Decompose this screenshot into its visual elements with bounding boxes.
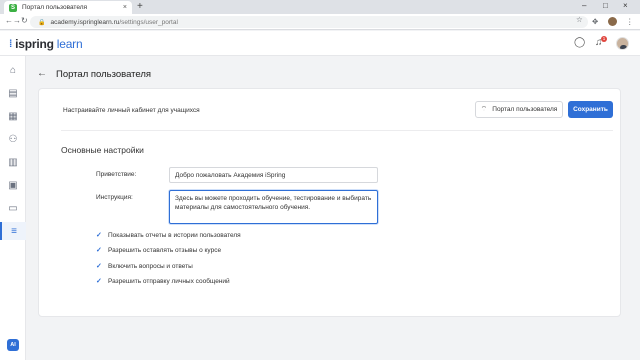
sidebar-item-reports[interactable]: ▥ xyxy=(0,153,26,171)
url-field[interactable]: 🔒 academy.ispringlearn.ru/settings/user_… xyxy=(30,16,588,28)
maximize-icon[interactable]: □ xyxy=(603,1,608,10)
url-host: academy.ispringlearn.ru xyxy=(50,18,120,26)
checkbox-icon: ✓ xyxy=(96,278,102,285)
logo-text: ispring xyxy=(15,37,54,51)
calendar-icon: ▦ xyxy=(8,110,18,122)
settings-icon: ≡ xyxy=(11,225,17,237)
tab-title: Портал пользователя xyxy=(22,4,88,11)
menu-icon[interactable]: ⋮ xyxy=(626,17,634,26)
lock-icon: 🔒 xyxy=(38,19,46,26)
address-bar: ← → ↻ 🔒 academy.ispringlearn.ru/settings… xyxy=(0,14,640,30)
ai-assistant-button[interactable]: AI xyxy=(7,339,19,351)
user-portal-button[interactable]: ⌔ Портал пользователя xyxy=(475,101,563,118)
sidebar-item-home[interactable]: ⌂ xyxy=(0,61,26,79)
instruction-label: Инструкция: xyxy=(96,194,133,201)
reports-icon: ▥ xyxy=(8,156,18,168)
notification-badge: 1 xyxy=(601,36,607,42)
checkbox-label: Включить вопросы и ответы xyxy=(108,263,193,270)
checkbox-allow-messages[interactable]: ✓ Разрешить отправку личных сообщений xyxy=(96,278,230,285)
user-portal-button-label: Портал пользователя xyxy=(492,106,558,113)
page-title: Портал пользователя xyxy=(56,69,152,80)
home-icon: ⌂ xyxy=(9,64,17,76)
instruction-textarea[interactable]: Здесь вы можете проходить обучение, тест… xyxy=(169,190,378,224)
checkbox-enable-qa[interactable]: ✓ Включить вопросы и ответы xyxy=(96,263,193,270)
back-arrow-icon[interactable]: ← xyxy=(37,68,47,79)
tab-close-icon[interactable]: × xyxy=(123,4,127,11)
checkbox-label: Разрешить отправку личных сообщений xyxy=(108,278,230,285)
favicon-icon: S xyxy=(9,3,17,12)
browser-tabstrip: S Портал пользователя × + – □ × xyxy=(0,0,640,14)
sidebar-item-messages[interactable]: ▭ xyxy=(0,199,26,217)
greeting-label: Приветствие: xyxy=(96,171,137,178)
browser-tab[interactable]: S Портал пользователя × xyxy=(4,1,132,14)
app-header: ⁞ ispring learn ◯ ♫ 1 xyxy=(0,31,640,56)
courses-icon: ▤ xyxy=(8,87,18,99)
users-icon: ⚇ xyxy=(8,133,18,145)
extensions-icon[interactable]: ✥ xyxy=(592,17,598,26)
user-avatar[interactable] xyxy=(616,37,629,50)
reload-icon[interactable]: ↻ xyxy=(21,16,28,25)
checkbox-label: Разрешить оставлять отзывы о курсе xyxy=(108,247,222,254)
sidebar-item-courses[interactable]: ▤ xyxy=(0,84,26,102)
checkbox-allow-reviews[interactable]: ✓ Разрешить оставлять отзывы о курсе xyxy=(96,247,221,254)
settings-card: Настраивайте личный кабинет для учащихся… xyxy=(38,88,621,317)
logo-icon: ⁞ xyxy=(9,38,13,50)
checkbox-show-reports[interactable]: ✓ Показывать отчеты в истории пользовате… xyxy=(96,232,241,239)
back-icon[interactable]: ← xyxy=(5,16,13,25)
checkbox-icon: ✓ xyxy=(96,247,102,254)
logo-suffix: learn xyxy=(56,37,83,51)
sidebar-item-settings[interactable]: ≡ xyxy=(0,222,26,240)
star-icon[interactable]: ☆ xyxy=(576,15,583,24)
sidebar-item-calendar[interactable]: ▦ xyxy=(0,107,26,125)
checkbox-icon: ✓ xyxy=(96,232,102,239)
divider xyxy=(61,130,613,131)
sidebar: ⌂ ▤ ▦ ⚇ ▥ ▣ ▭ ≡ xyxy=(0,56,26,360)
sidebar-item-users[interactable]: ⚇ xyxy=(0,130,26,148)
forward-icon[interactable]: → xyxy=(13,16,21,25)
sidebar-item-catalog[interactable]: ▣ xyxy=(0,176,26,194)
section-title: Основные настройки xyxy=(61,145,144,155)
ispring-logo[interactable]: ⁞ ispring learn xyxy=(9,37,83,51)
card-description: Настраивайте личный кабинет для учащихся xyxy=(63,107,200,114)
broadcast-icon: ⌔ xyxy=(480,106,488,113)
close-window-icon[interactable]: × xyxy=(623,1,628,10)
new-tab-button[interactable]: + xyxy=(137,1,143,12)
greeting-input[interactable]: Добро пожаловать Академия iSpring xyxy=(169,167,378,183)
checkbox-label: Показывать отчеты в истории пользователя xyxy=(108,232,241,239)
profile-icon[interactable] xyxy=(608,17,617,26)
save-button[interactable]: Сохранить xyxy=(568,101,613,118)
messages-icon: ▭ xyxy=(8,202,18,214)
checkbox-icon: ✓ xyxy=(96,263,102,270)
url-path: /settings/user_portal xyxy=(119,18,178,26)
chat-icon[interactable]: ◯ xyxy=(574,37,585,48)
minimize-icon[interactable]: – xyxy=(582,1,586,10)
catalog-icon: ▣ xyxy=(8,179,18,191)
